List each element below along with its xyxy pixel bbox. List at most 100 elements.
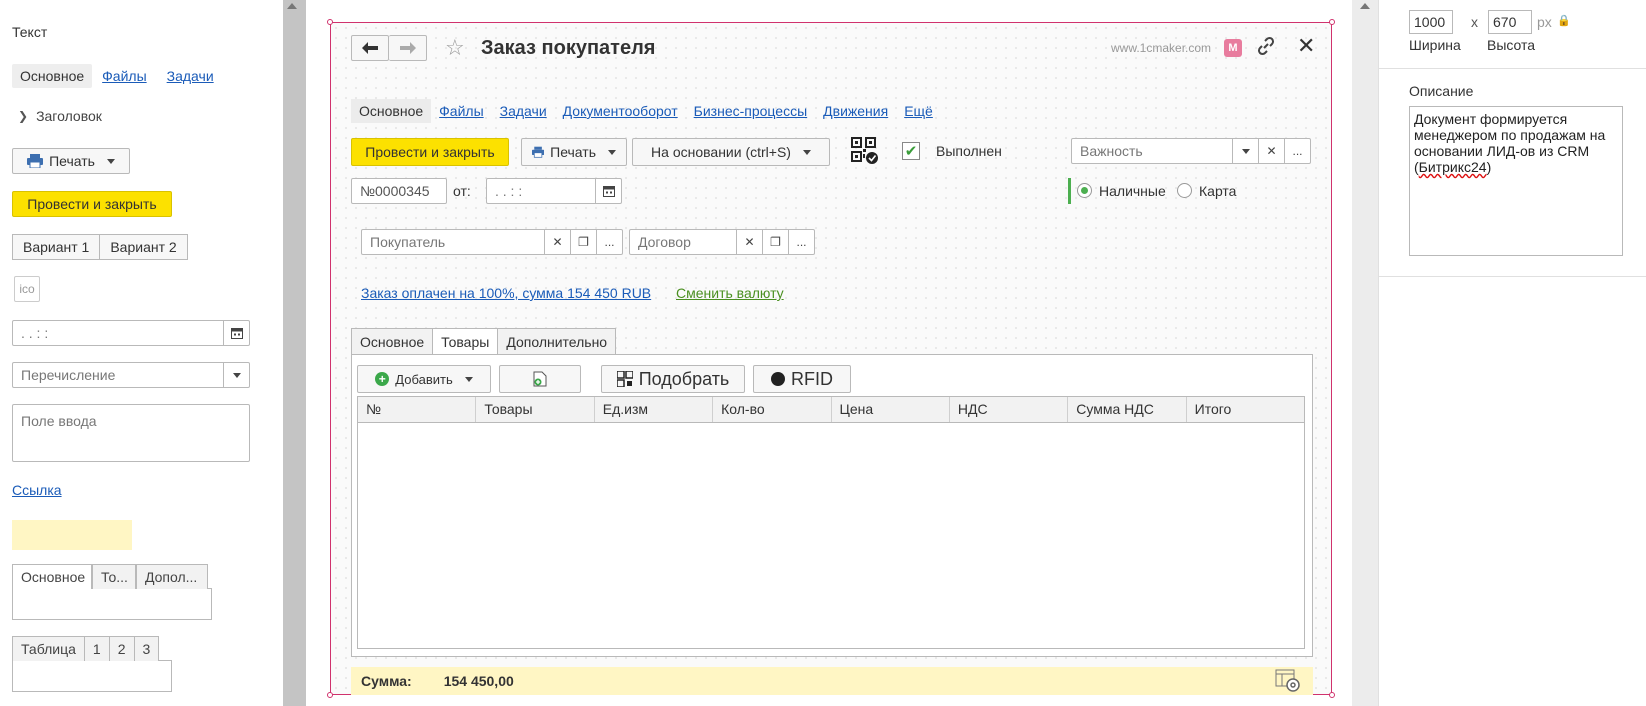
left-scrollbar-thumb[interactable] (283, 0, 306, 706)
tab-files[interactable]: Файлы (439, 99, 483, 123)
contract-field[interactable]: Договор ✕ ❐ ... (629, 229, 815, 255)
palette-date-value: . . : : (21, 325, 49, 341)
palette-tabset[interactable]: Основное То... Допол... (12, 564, 212, 620)
column-header[interactable]: Цена (832, 397, 950, 422)
tab-docflow[interactable]: Документооборот (563, 99, 678, 123)
column-header[interactable]: № (358, 397, 477, 422)
clear-icon[interactable]: ✕ (544, 230, 570, 254)
column-header[interactable]: Сумма НДС (1068, 397, 1187, 422)
subtab-additional[interactable]: Дополнительно (497, 328, 617, 355)
palette-tab-main[interactable]: Основное (12, 64, 93, 88)
tab-main[interactable]: Основное (351, 99, 432, 123)
palette-post-close-button[interactable]: Провести и закрыть (12, 191, 172, 217)
palette-input-field[interactable]: Поле ввода (12, 404, 250, 462)
caret-down-icon (106, 158, 115, 164)
importance-field[interactable]: Важность ✕ ... (1071, 138, 1311, 164)
number-field[interactable]: №0000345 (351, 178, 447, 204)
palette-variant1-button[interactable]: Вариант 1 (12, 234, 101, 260)
column-header[interactable]: Итого (1187, 397, 1304, 422)
palette-table-tab[interactable]: 3 (133, 636, 160, 661)
ellipsis-icon[interactable]: ... (788, 230, 814, 254)
add-button[interactable]: + Добавить (357, 365, 491, 393)
radio-card[interactable] (1177, 183, 1192, 198)
palette-tab-files[interactable]: Файлы (92, 64, 156, 88)
lock-icon[interactable]: 🔒 (1557, 14, 1571, 27)
resize-handle[interactable] (327, 692, 333, 698)
change-currency-link[interactable]: Сменить валюту (676, 285, 784, 301)
barcode-icon (616, 371, 633, 387)
subtab-main[interactable]: Основное (351, 328, 434, 355)
palette-enum-field[interactable]: Перечисление (12, 362, 250, 388)
column-header[interactable]: Ед.изм (595, 397, 714, 422)
height-input[interactable] (1488, 10, 1532, 34)
ellipsis-icon[interactable]: ... (596, 230, 622, 254)
open-icon[interactable]: ❐ (762, 230, 788, 254)
column-header[interactable]: НДС (950, 397, 1069, 422)
width-input[interactable] (1409, 10, 1453, 34)
scroll-up-icon[interactable] (1360, 3, 1370, 9)
tab-movements[interactable]: Движения (823, 99, 888, 123)
buyer-field[interactable]: Покупатель ✕ ❐ ... (361, 229, 623, 255)
print-button[interactable]: Печать (521, 138, 627, 166)
resize-handle[interactable] (1329, 692, 1335, 698)
palette-table-tab[interactable]: Таблица (12, 636, 85, 661)
left-scrollbar[interactable] (283, 0, 306, 706)
form-frame[interactable]: ☆ Заказ покупателя www.1cmaker.com M ✕ О… (327, 19, 1335, 698)
palette-tab-tasks[interactable]: Задачи (157, 64, 224, 88)
date-field[interactable]: . . : : (486, 178, 622, 204)
calendar-icon[interactable] (223, 321, 249, 345)
rfid-button[interactable]: RFID (753, 365, 851, 393)
description-textarea[interactable]: Документ формируется менеджером по прода… (1409, 106, 1623, 256)
palette-date-field[interactable]: . . : : (12, 320, 250, 346)
palette-tabset-tab[interactable]: Основное (12, 564, 92, 589)
palette-variant2-button[interactable]: Вариант 2 (100, 234, 188, 260)
palette-link-item[interactable]: Ссылка (12, 482, 62, 498)
post-close-button[interactable]: Провести и закрыть (351, 138, 509, 166)
palette-ico-item[interactable]: ico (14, 276, 40, 302)
palette-text-item[interactable]: Текст (12, 24, 47, 40)
settings-icon[interactable] (1275, 669, 1301, 693)
clear-icon[interactable]: ✕ (1258, 139, 1284, 163)
date-value: . . : : (495, 183, 523, 199)
palette-header-item[interactable]: ❯ Заголовок (18, 108, 102, 124)
qr-code-icon[interactable] (851, 137, 879, 165)
radio-cash-label[interactable]: Наличные (1099, 183, 1166, 199)
ellipsis-icon[interactable]: ... (1284, 139, 1310, 163)
copy-document-button[interactable] (499, 365, 581, 393)
subtab-goods[interactable]: Товары (432, 328, 499, 355)
clear-icon[interactable]: ✕ (736, 230, 762, 254)
based-on-button[interactable]: На основании (ctrl+S) (632, 138, 830, 166)
open-icon[interactable]: ❐ (570, 230, 596, 254)
radio-card-label[interactable]: Карта (1199, 183, 1236, 199)
close-icon[interactable]: ✕ (1297, 33, 1315, 59)
column-header[interactable]: Кол-во (713, 397, 832, 422)
notification-badge-icon[interactable]: M (1224, 39, 1242, 57)
forward-button[interactable] (389, 35, 427, 61)
tab-business-processes[interactable]: Бизнес-процессы (694, 99, 807, 123)
palette-yellow-block[interactable] (12, 520, 132, 550)
star-icon[interactable]: ☆ (445, 35, 465, 61)
pick-button[interactable]: Подобрать (601, 365, 745, 393)
dropdown-arrow-icon[interactable] (1232, 139, 1258, 163)
paid-link[interactable]: Заказ оплачен на 100%, сумма 154 450 RUB (361, 285, 651, 301)
link-icon[interactable] (1256, 36, 1276, 61)
palette-tabset-tab[interactable]: Допол... (136, 564, 208, 589)
goods-table[interactable]: № Товары Ед.изм Кол-во Цена НДС Сумма НД… (357, 396, 1305, 649)
dropdown-arrow-icon[interactable] (223, 363, 249, 387)
resize-handle[interactable] (327, 19, 333, 25)
palette-table-tab[interactable]: 1 (83, 636, 110, 661)
calendar-icon[interactable] (595, 179, 621, 203)
palette-print-button[interactable]: Печать (12, 148, 130, 174)
radio-cash[interactable] (1077, 183, 1092, 198)
canvas-scrollbar[interactable] (1352, 0, 1378, 706)
back-button[interactable] (351, 35, 389, 61)
palette-tabset-tab[interactable]: То... (92, 564, 136, 589)
palette-table-tab[interactable]: 2 (108, 636, 135, 661)
tab-more[interactable]: Ещё (904, 99, 933, 123)
scroll-up-icon[interactable] (287, 3, 297, 9)
done-checkbox[interactable]: ✔ (902, 142, 920, 160)
column-header[interactable]: Товары (476, 397, 595, 422)
resize-handle[interactable] (1329, 19, 1335, 25)
palette-table[interactable]: Таблица 1 2 3 (12, 636, 172, 692)
tab-tasks[interactable]: Задачи (500, 99, 547, 123)
